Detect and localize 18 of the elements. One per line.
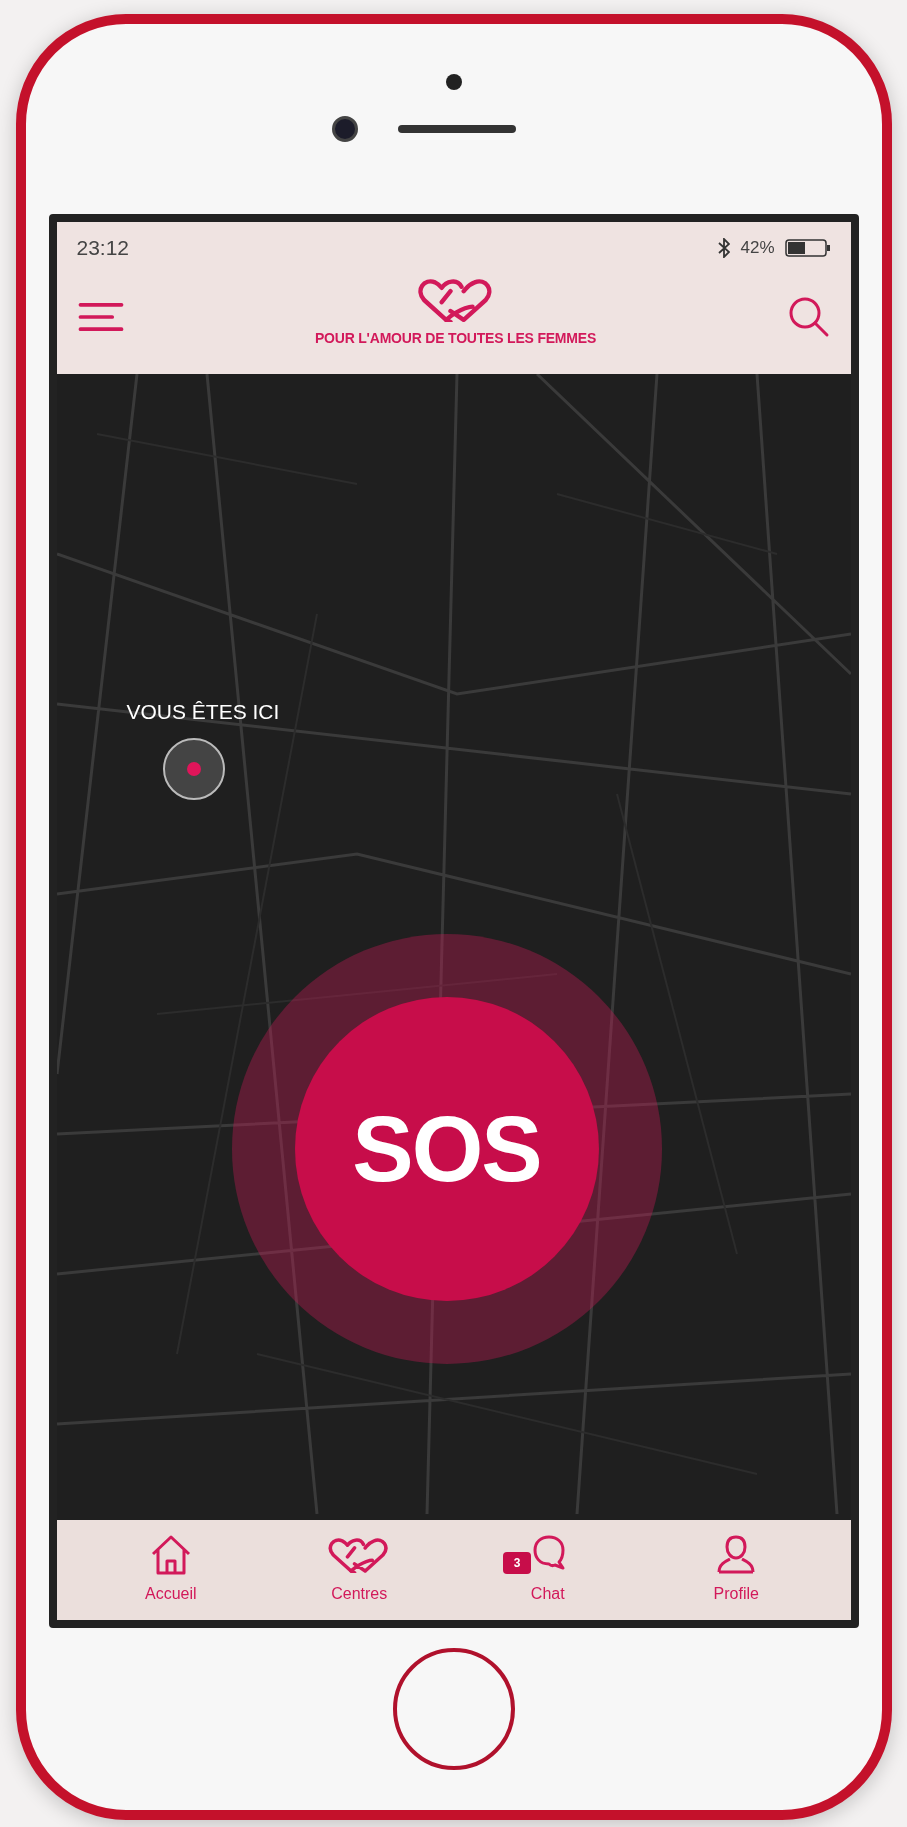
bluetooth-icon (718, 238, 731, 258)
menu-icon (76, 303, 125, 331)
sos-button[interactable]: SOS (294, 997, 599, 1301)
nav-tab[interactable]: Centres (284, 1534, 435, 1606)
status-time: 23:12 (76, 235, 130, 262)
camera-lens (331, 116, 358, 142)
battery-percentage: 42% (740, 237, 775, 260)
battery-icon (784, 239, 831, 257)
nav-tab[interactable]: Accueil (95, 1534, 246, 1606)
chat-count-badge: 3 (502, 1552, 532, 1574)
person-icon (716, 1534, 757, 1576)
location-label: VOUS ÊTES ICI (126, 699, 280, 725)
nav-tab[interactable]: 3 Chat (472, 1534, 623, 1606)
app-title: POUR L'AMOUR DE TOUTES LES FEMMES (314, 328, 597, 348)
nav-tab[interactable]: Profile (661, 1534, 812, 1606)
search-icon (787, 296, 830, 338)
home-icon (149, 1534, 192, 1576)
hearts-icon (328, 1537, 391, 1573)
